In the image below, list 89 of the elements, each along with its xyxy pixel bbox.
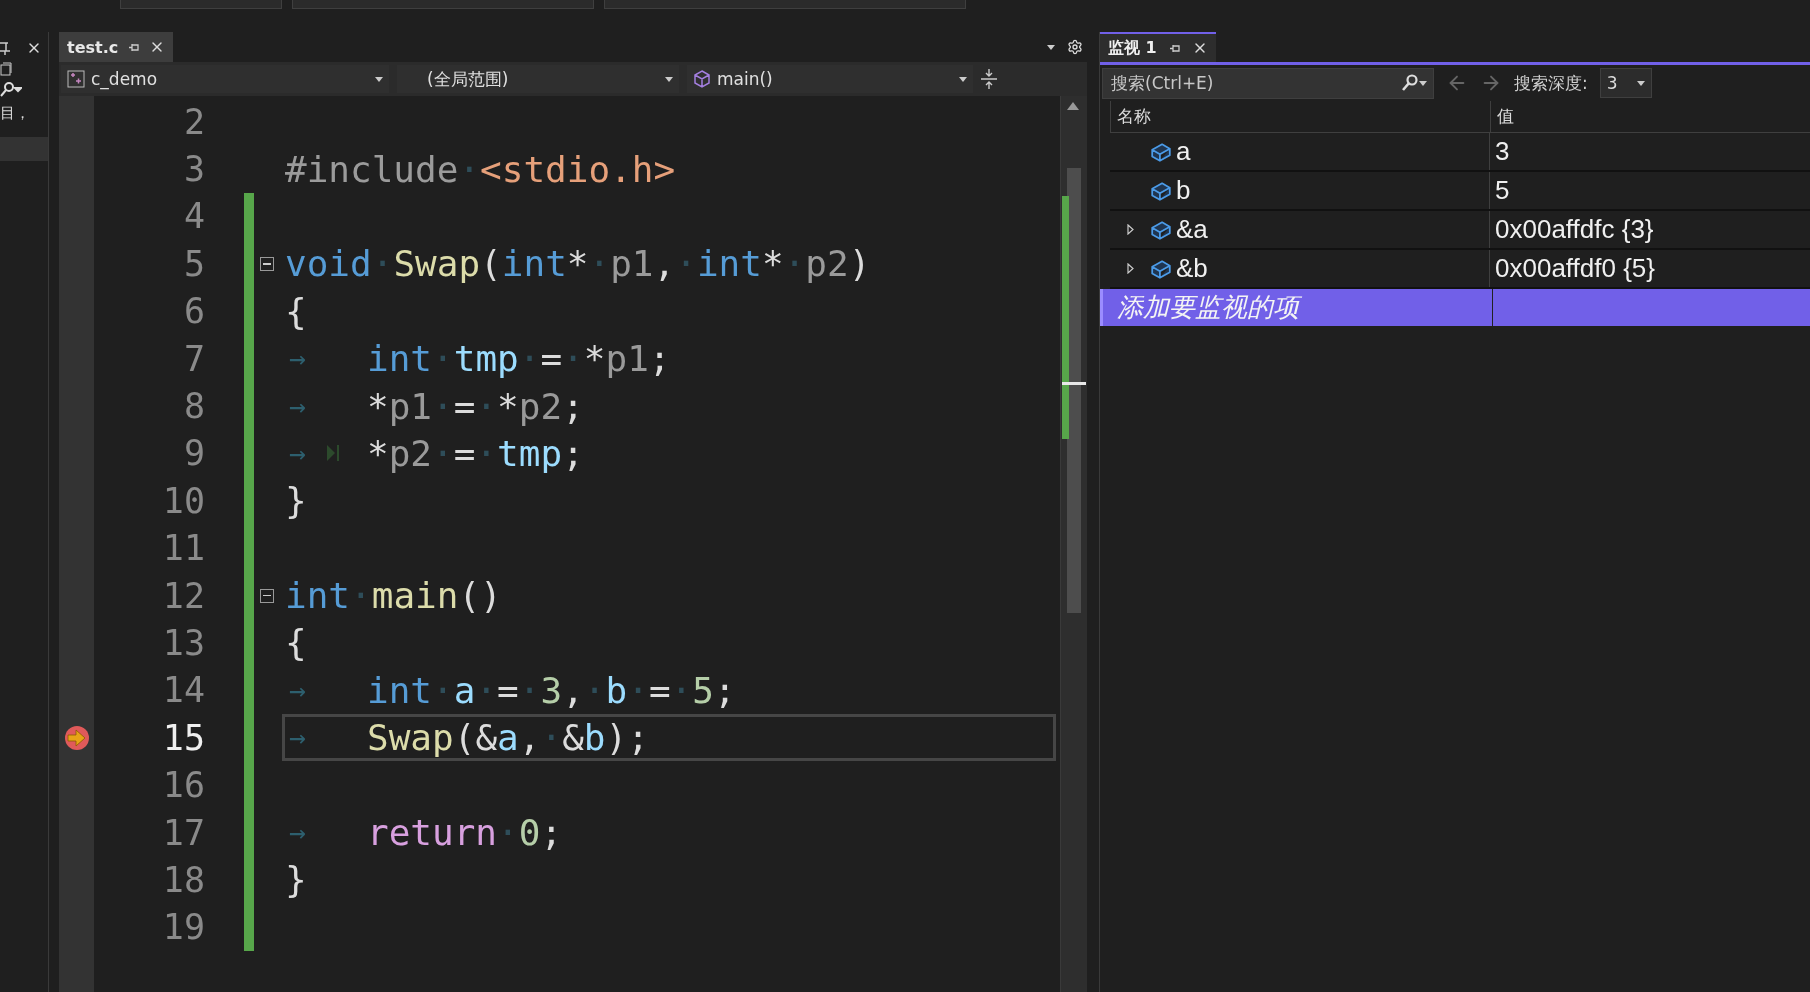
indent-marker: → <box>288 389 307 423</box>
variable-name: b <box>1176 175 1191 206</box>
caret-icon <box>959 76 967 82</box>
search-box[interactable]: 搜索(Ctrl+E) <box>1102 67 1434 99</box>
line-number: 17 <box>161 812 205 853</box>
settings-icon[interactable] <box>1067 39 1083 55</box>
caret-position-marker <box>1062 382 1086 385</box>
project-icon <box>67 70 85 88</box>
watch-tab[interactable]: 监视 1 <box>1100 32 1216 62</box>
window-icon[interactable] <box>0 62 12 76</box>
scope-dropdown[interactable]: (全局范围) <box>397 65 679 93</box>
indent-marker: → <box>288 816 307 850</box>
dropdown-caret-icon <box>1047 44 1055 50</box>
toolbar-field[interactable] <box>292 0 594 9</box>
variable-value: 5 <box>1494 174 1511 207</box>
indent-marker: → <box>288 436 307 470</box>
cube-icon <box>1150 180 1172 201</box>
code-line: } <box>285 859 307 901</box>
collapse-icon[interactable] <box>260 588 274 603</box>
pin-icon[interactable] <box>128 41 140 53</box>
code-line: int·main() <box>285 575 502 617</box>
variable-name: &b <box>1176 253 1208 284</box>
split-icon[interactable] <box>981 68 997 90</box>
column-header[interactable]: 值 <box>1490 101 1810 132</box>
line-number: 9 <box>182 433 205 474</box>
code-line: *p1·=·*p2; <box>367 385 584 427</box>
variable-value: 0x00affdf0 {5} <box>1494 252 1656 285</box>
project-dropdown[interactable]: c_demo <box>61 65 389 93</box>
line-number: 15 <box>161 717 205 758</box>
variable-value: 0x00affdfc {3} <box>1494 213 1655 246</box>
line-number: 14 <box>161 670 205 711</box>
code-line: { <box>285 290 307 332</box>
line-number: 19 <box>161 907 205 948</box>
indent-marker: → <box>288 342 307 376</box>
pin-icon[interactable] <box>0 41 10 55</box>
caret-icon <box>375 76 383 82</box>
indent-marker: → <box>288 673 307 707</box>
code-line: } <box>285 480 307 522</box>
caret-icon <box>665 76 673 82</box>
code-line: #include·<stdio.h> <box>285 148 676 190</box>
search-depth-label: 搜索深度: <box>1514 71 1588 95</box>
code-line: *p2·=·tmp; <box>367 432 584 474</box>
variable-value: 3 <box>1494 135 1511 168</box>
line-number: 3 <box>182 149 205 190</box>
document-tab[interactable]: test.c <box>59 32 174 62</box>
search-icon[interactable] <box>0 82 22 98</box>
scroll-up-icon[interactable] <box>1067 102 1079 110</box>
pin-icon[interactable] <box>1168 42 1180 54</box>
collapse-icon[interactable] <box>260 256 274 271</box>
variable-name: &a <box>1176 214 1208 245</box>
member-dropdown[interactable]: main() <box>687 65 973 93</box>
scroll-thumb[interactable] <box>1067 168 1081 613</box>
line-number: 4 <box>182 196 205 237</box>
line-number: 13 <box>161 623 205 663</box>
line-number: 6 <box>182 291 205 332</box>
line-number: 16 <box>161 765 205 806</box>
line-number: 2 <box>182 101 205 142</box>
panel-text: 目， <box>0 104 30 123</box>
cube-icon <box>1150 141 1172 162</box>
toolbar-field[interactable] <box>604 0 966 9</box>
expand-icon[interactable] <box>1126 263 1134 274</box>
column-header[interactable]: 名称 <box>1110 101 1490 132</box>
search-field[interactable]: 搜索(Ctrl+E) <box>1109 72 1401 94</box>
cube-icon <box>693 70 711 88</box>
line-number: 7 <box>182 338 205 379</box>
line-number: 8 <box>182 386 205 427</box>
search-depth-dropdown[interactable]: 3 <box>1599 68 1652 98</box>
caret-icon <box>1636 80 1645 86</box>
code-line: int·a·=·3,·b·=·5; <box>367 669 736 711</box>
code-line: void·Swap(int*·p1,·int*·p2) <box>285 243 871 285</box>
caret-icon <box>1419 80 1427 86</box>
search-icon[interactable] <box>1401 74 1419 92</box>
toolbar-field[interactable] <box>120 0 282 9</box>
vertical-scrollbar[interactable] <box>1060 96 1087 992</box>
line-number: 18 <box>161 859 205 900</box>
line-number: 10 <box>161 480 205 521</box>
variable-name: a <box>1176 136 1191 167</box>
cube-icon <box>1150 219 1172 240</box>
code-line: return·0; <box>367 812 563 854</box>
add-watch-row[interactable]: 添加要监视的项 <box>1100 289 1810 326</box>
indent-marker: → <box>288 721 307 755</box>
line-number: 12 <box>161 575 205 616</box>
line-number: 5 <box>182 243 205 284</box>
line-number: 11 <box>161 528 205 569</box>
code-line: Swap(&a,·&b); <box>367 717 649 759</box>
code-line: { <box>285 622 307 664</box>
cube-icon <box>1150 258 1172 279</box>
code-line: int·tmp·=·*p1; <box>367 338 671 380</box>
expand-icon[interactable] <box>1126 224 1134 235</box>
